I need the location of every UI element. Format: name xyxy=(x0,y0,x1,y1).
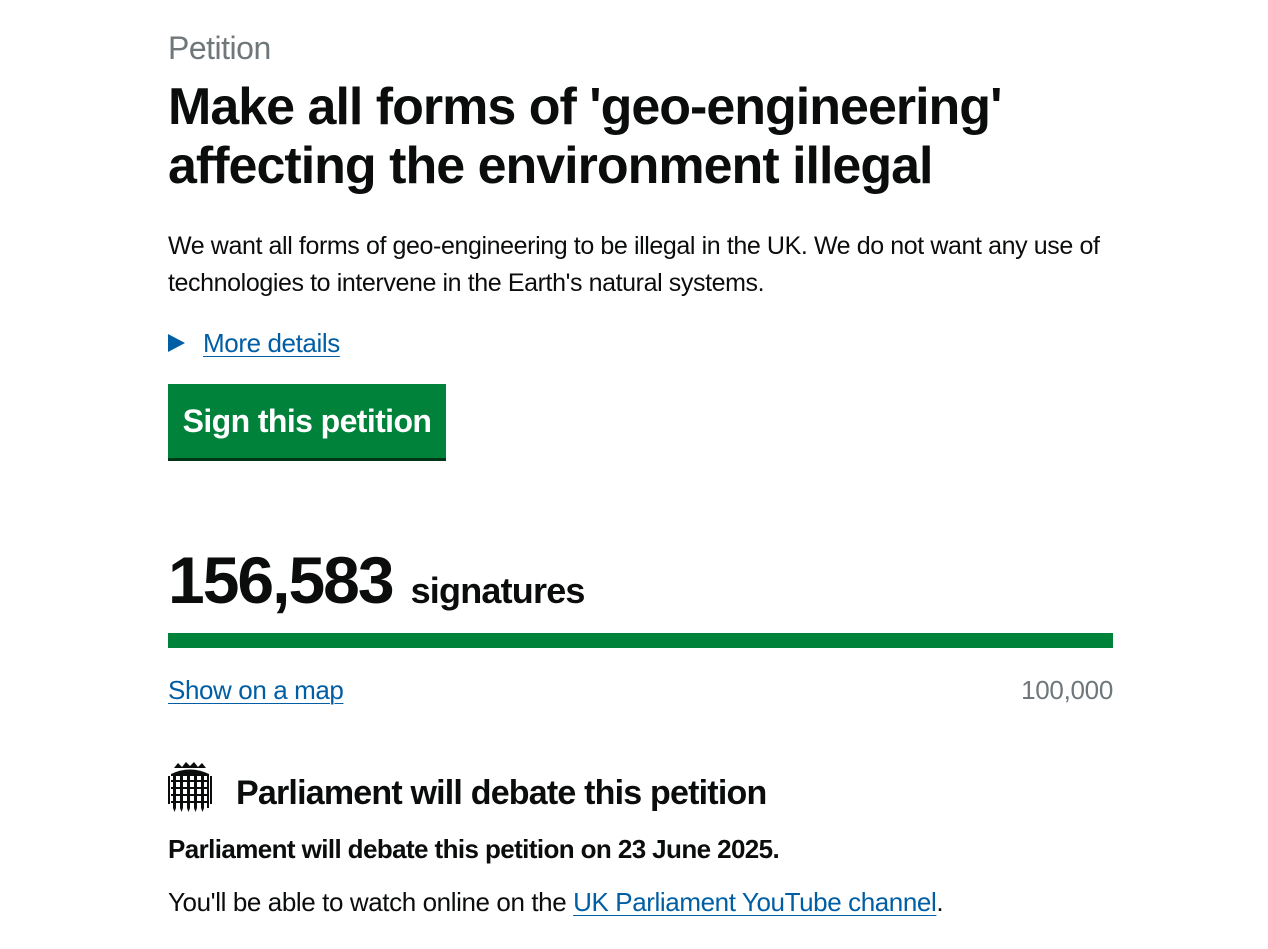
signature-count: 156,583 signatures xyxy=(168,540,585,620)
debate-heading-text: Parliament will debate this petition xyxy=(236,774,767,812)
portcullis-icon xyxy=(168,761,212,812)
signature-progress-fill xyxy=(168,633,1113,648)
youtube-channel-link[interactable]: UK Parliament YouTube channel xyxy=(573,887,937,917)
signature-threshold: 100,000 xyxy=(1021,675,1113,705)
triangle-right-icon xyxy=(168,334,185,352)
more-details-toggle[interactable]: More details xyxy=(168,325,340,361)
debate-section-heading: Parliament will debate this petition xyxy=(168,760,767,813)
signature-count-number: 156,583 xyxy=(168,543,395,617)
petition-title: Make all forms of 'geo-engineering' affe… xyxy=(168,78,1002,195)
debate-watch-text: You'll be able to watch online on the UK… xyxy=(168,883,944,921)
sign-petition-button[interactable]: Sign this petition xyxy=(168,384,446,458)
signature-count-label: signatures xyxy=(410,570,586,611)
signature-progress-bar xyxy=(168,633,1113,648)
page-caption: Petition xyxy=(168,30,271,66)
more-details-link[interactable]: More details xyxy=(203,328,340,359)
watch-suffix-text: . xyxy=(936,887,944,917)
debate-date-text: Parliament will debate this petition on … xyxy=(168,834,780,864)
watch-prefix-text: You'll be able to watch online on the xyxy=(168,887,574,917)
show-on-map-link[interactable]: Show on a map xyxy=(168,672,344,708)
petition-summary: We want all forms of geo-engineering to … xyxy=(168,232,1100,297)
